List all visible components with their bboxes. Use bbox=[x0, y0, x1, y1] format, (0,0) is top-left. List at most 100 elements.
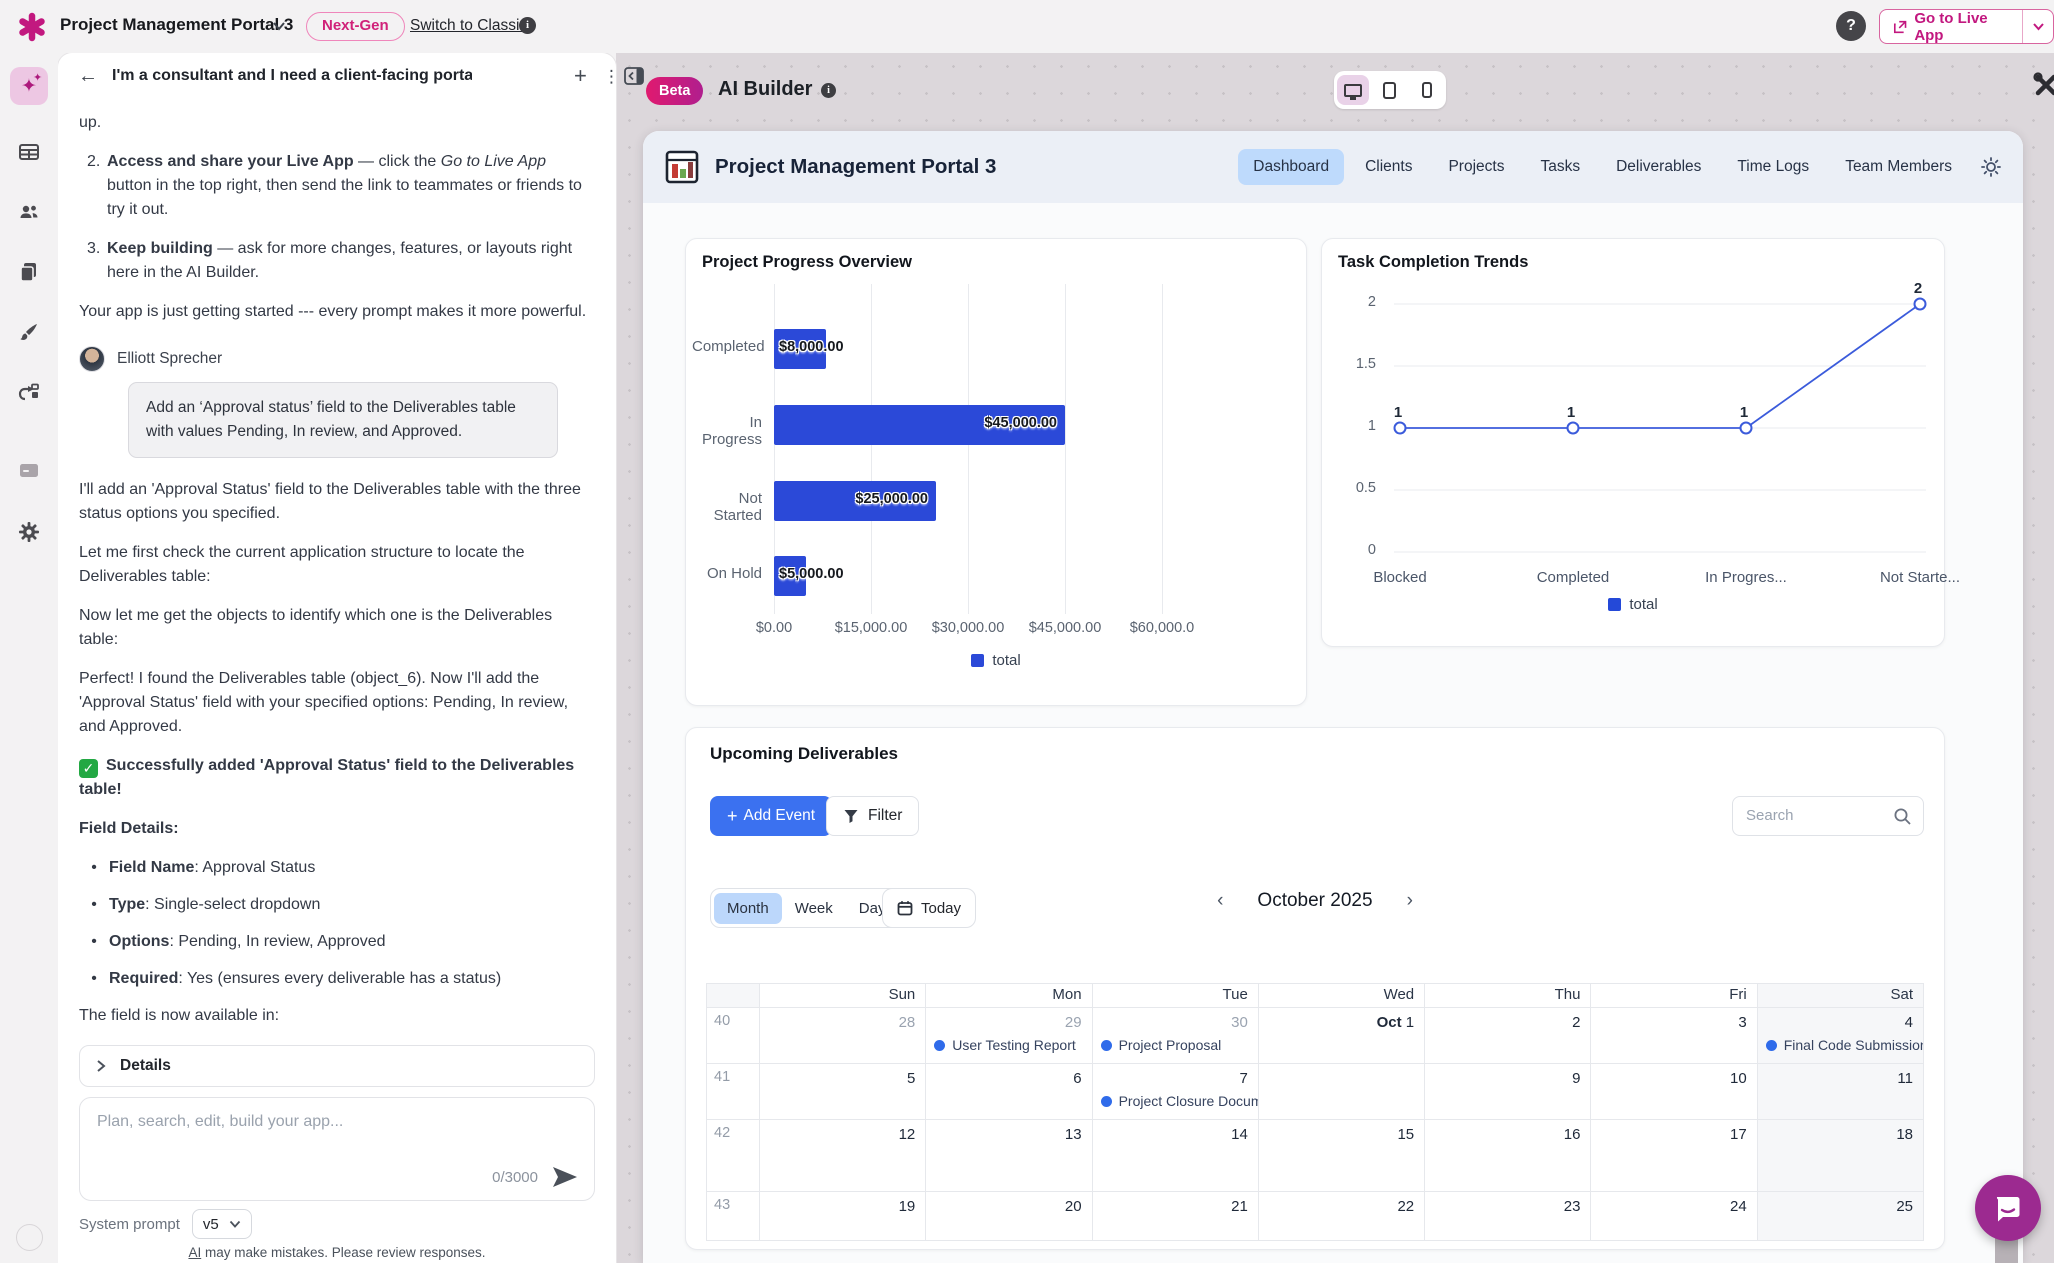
app-title: Project Management Portal 3 bbox=[715, 155, 996, 179]
calendar-day-cell[interactable]: 24 bbox=[1591, 1192, 1757, 1241]
chat-paragraph: I'll add an 'Approval Status' field to t… bbox=[79, 478, 590, 526]
calendar-day-cell[interactable]: 3 bbox=[1591, 1008, 1757, 1064]
collapse-panel-icon[interactable] bbox=[624, 67, 644, 85]
send-icon[interactable] bbox=[552, 1165, 578, 1189]
tab-projects[interactable]: Projects bbox=[1433, 149, 1519, 185]
tab-tasks[interactable]: Tasks bbox=[1525, 149, 1595, 185]
calendar-day-cell[interactable]: 19 bbox=[760, 1192, 926, 1241]
day-header-sun: Sun bbox=[760, 984, 926, 1008]
y-axis-tick-label: 1 bbox=[1330, 418, 1376, 434]
calendar-day-cell[interactable] bbox=[1259, 1064, 1425, 1120]
tab-time-logs[interactable]: Time Logs bbox=[1722, 149, 1824, 185]
event-item[interactable]: User Testing Report bbox=[934, 1037, 1091, 1053]
ai-disclaimer: AI may make mistakes. Please review resp… bbox=[58, 1245, 616, 1260]
calendar-card: Upcoming Deliverables +Add Event Filter … bbox=[685, 727, 1945, 1250]
calendar-day-cell[interactable]: 10 bbox=[1591, 1064, 1757, 1120]
bar-value-label: $5,000.00 bbox=[779, 566, 844, 582]
workspace-chevron-down-icon[interactable] bbox=[272, 21, 286, 31]
tab-clients[interactable]: Clients bbox=[1350, 149, 1427, 185]
calendar-day-cell[interactable]: 12 bbox=[760, 1120, 926, 1192]
calendar-day-cell[interactable]: 23 bbox=[1425, 1192, 1591, 1241]
sidebar-item-theme[interactable] bbox=[10, 313, 48, 351]
calendar-day-cell[interactable]: 25 bbox=[1758, 1192, 1924, 1241]
sidebar-item-ai-builder[interactable]: ✦✦ bbox=[10, 67, 48, 105]
calendar-day-cell[interactable]: 13 bbox=[926, 1120, 1092, 1192]
calendar-day-cell[interactable]: 17 bbox=[1591, 1120, 1757, 1192]
event-item[interactable]: Project Proposal bbox=[1101, 1037, 1258, 1053]
bullet-text: Options: Pending, In review, Approved bbox=[109, 930, 386, 954]
go-live-dropdown-chevron[interactable] bbox=[2022, 10, 2053, 43]
list-text: Keep building — ask for more changes, fe… bbox=[107, 237, 590, 285]
calendar-day-cell[interactable]: 21 bbox=[1093, 1192, 1259, 1241]
icon-sidebar: ✦✦ bbox=[0, 53, 58, 1263]
tablet-view-button[interactable] bbox=[1374, 75, 1406, 105]
bar-chart-card: Project Progress Overview $0.00$15,000.0… bbox=[685, 238, 1307, 706]
add-event-button[interactable]: +Add Event bbox=[710, 796, 832, 836]
bar-chart-title: Project Progress Overview bbox=[702, 253, 912, 272]
classic-info-icon[interactable]: i bbox=[519, 17, 536, 34]
dev-tools-icon[interactable] bbox=[2032, 71, 2054, 99]
next-month-icon[interactable]: › bbox=[1407, 890, 1413, 912]
y-axis-tick-label: 1.5 bbox=[1330, 356, 1376, 372]
pages-icon bbox=[17, 260, 41, 284]
sidebar-item-automations[interactable] bbox=[10, 373, 48, 411]
chat-transcript[interactable]: up.2.Access and share your Live App — cl… bbox=[58, 101, 616, 1033]
calendar-day-cell[interactable]: 6 bbox=[926, 1064, 1092, 1120]
prompt-input[interactable]: Plan, search, edit, build your app... 0/… bbox=[79, 1097, 595, 1201]
date-number: 3 bbox=[1591, 1008, 1756, 1031]
calendar-day-cell[interactable]: 14 bbox=[1093, 1120, 1259, 1192]
calendar-day-cell[interactable]: Oct 1 bbox=[1259, 1008, 1425, 1064]
event-item[interactable]: Project Closure Docume bbox=[1101, 1093, 1258, 1109]
switch-to-classic-link[interactable]: Switch to Classic bbox=[410, 17, 527, 35]
theme-sun-icon[interactable] bbox=[1981, 157, 2001, 177]
sidebar-item-tables[interactable] bbox=[10, 133, 48, 171]
sidebar-item-settings[interactable] bbox=[10, 513, 48, 551]
event-title: User Testing Report bbox=[952, 1037, 1075, 1053]
tab-dashboard[interactable]: Dashboard bbox=[1238, 149, 1344, 185]
sidebar-item-pages[interactable] bbox=[10, 253, 48, 291]
back-icon[interactable]: ← bbox=[78, 65, 98, 88]
calendar-day-cell[interactable]: 9 bbox=[1425, 1064, 1591, 1120]
calendar-day-cell[interactable]: 7Project Closure Docume bbox=[1093, 1064, 1259, 1120]
bullet: • bbox=[79, 856, 109, 880]
system-prompt-version-select[interactable]: v5 bbox=[192, 1209, 252, 1239]
calendar-day-cell[interactable]: 20 bbox=[926, 1192, 1092, 1241]
mobile-view-button[interactable] bbox=[1411, 75, 1443, 105]
help-button[interactable]: ? bbox=[1836, 11, 1866, 41]
calendar-day-cell[interactable]: 18 bbox=[1758, 1120, 1924, 1192]
calendar-day-cell[interactable]: 2 bbox=[1425, 1008, 1591, 1064]
date-number: 9 bbox=[1425, 1064, 1590, 1087]
calendar-day-cell[interactable]: 28 bbox=[760, 1008, 926, 1064]
user-avatar[interactable] bbox=[16, 1224, 43, 1251]
date-number: 25 bbox=[1758, 1192, 1923, 1215]
calendar-day-cell[interactable]: 29User Testing Report bbox=[926, 1008, 1092, 1064]
chat-menu-icon[interactable]: ⋮ bbox=[603, 67, 620, 87]
calendar-day-cell[interactable]: 4Final Code Submission bbox=[1758, 1008, 1924, 1064]
calendar-day-cell[interactable]: 16 bbox=[1425, 1120, 1591, 1192]
calendar-day-cell[interactable]: 15 bbox=[1259, 1120, 1425, 1192]
app-nav-tabs: DashboardClientsProjectsTasksDeliverable… bbox=[1238, 148, 1967, 186]
x-axis-tick-label: $60,000.0 bbox=[1097, 620, 1227, 636]
filter-button[interactable]: Filter bbox=[826, 796, 919, 836]
calendar-day-cell[interactable]: 5 bbox=[760, 1064, 926, 1120]
date-number: Oct 1 bbox=[1259, 1008, 1424, 1031]
support-chat-button[interactable] bbox=[1975, 1175, 2041, 1241]
tab-deliverables[interactable]: Deliverables bbox=[1601, 149, 1716, 185]
builder-info-icon[interactable]: i bbox=[821, 83, 836, 98]
calendar-day-cell[interactable]: 22 bbox=[1259, 1192, 1425, 1241]
details-accordion[interactable]: Details bbox=[79, 1045, 595, 1087]
list-text: Access and share your Live App — click t… bbox=[107, 150, 590, 222]
sidebar-item-users[interactable] bbox=[10, 193, 48, 231]
calendar-day-cell[interactable]: 30Project Proposal bbox=[1093, 1008, 1259, 1064]
calendar-search-input[interactable]: Search bbox=[1732, 796, 1924, 836]
calendar-day-cell[interactable]: 11 bbox=[1758, 1064, 1924, 1120]
new-chat-icon[interactable]: + bbox=[574, 63, 587, 89]
desktop-view-button[interactable] bbox=[1337, 75, 1369, 105]
prev-month-icon[interactable]: ‹ bbox=[1217, 890, 1223, 912]
sidebar-item-billing[interactable] bbox=[10, 451, 48, 489]
legend-label: total bbox=[992, 652, 1020, 669]
go-to-live-app-button[interactable]: Go to Live App bbox=[1879, 9, 2054, 44]
date-number: 15 bbox=[1259, 1120, 1424, 1143]
event-item[interactable]: Final Code Submission bbox=[1766, 1037, 1923, 1053]
tab-team-members[interactable]: Team Members bbox=[1830, 149, 1967, 185]
